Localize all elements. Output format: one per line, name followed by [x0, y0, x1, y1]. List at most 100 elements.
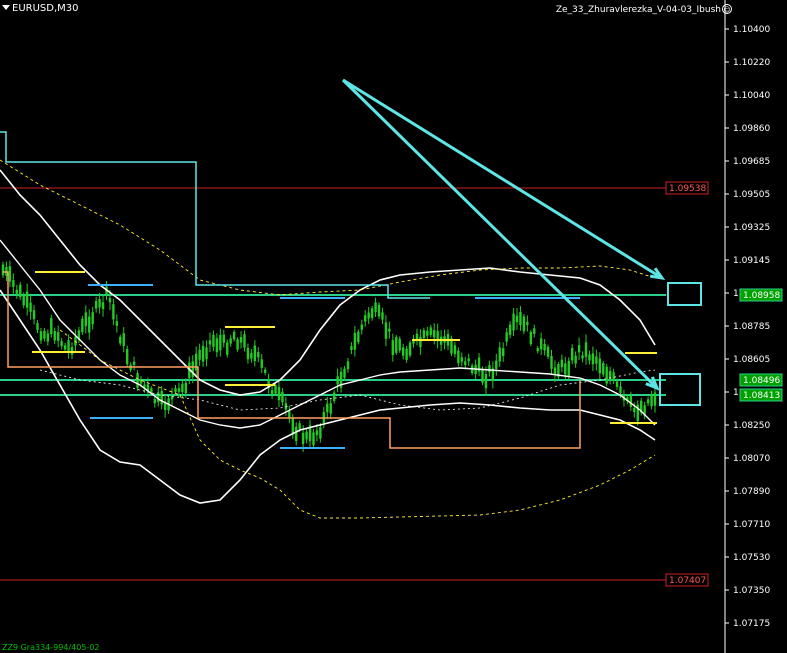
price-tick-label: 1.09505 — [733, 190, 770, 200]
upper-red-level-label: 1.09538 — [669, 184, 706, 194]
candle-body — [408, 342, 412, 356]
candle-body — [312, 432, 315, 446]
candle-body — [360, 324, 363, 330]
candle-body — [122, 333, 125, 347]
candle-body — [53, 330, 56, 341]
candle-body — [229, 338, 232, 344]
candle-body — [25, 291, 29, 308]
chart-window[interactable]: 1.10400 1.10220 1.10040 1.09860 1.09685 1.095… — [0, 0, 787, 653]
candle-body — [457, 350, 460, 364]
candle-body — [98, 298, 101, 308]
candle-body — [591, 353, 595, 365]
cyan-step-line — [0, 131, 430, 299]
price-tick-label: 1.10040 — [733, 91, 770, 101]
candle-body — [560, 359, 564, 368]
candle-body — [70, 346, 74, 355]
candle-body — [222, 334, 225, 343]
candle-body — [605, 366, 608, 384]
price-tick-label: 1.09685 — [733, 157, 770, 167]
candle-body — [505, 332, 508, 342]
price-tick-label: 1.07530 — [733, 553, 770, 563]
candle-body — [91, 312, 94, 325]
candle-body — [353, 333, 357, 350]
candle-body — [619, 386, 622, 394]
candle-body — [19, 284, 22, 298]
candle-body — [653, 392, 657, 406]
candle-body — [160, 390, 163, 405]
candle-body — [132, 361, 136, 366]
candle-body — [419, 336, 422, 348]
candle-body — [429, 327, 432, 335]
candle-body — [346, 361, 350, 370]
candle-body — [567, 360, 570, 377]
candle-body — [291, 418, 294, 435]
candle-body — [315, 430, 319, 436]
candle-body — [101, 302, 105, 309]
candle-body — [125, 348, 129, 365]
candle-body — [512, 313, 515, 331]
smiley-icon[interactable]: ☺ — [722, 4, 732, 14]
candle-body — [384, 322, 388, 339]
candle-body — [198, 349, 201, 360]
candle-body — [67, 340, 70, 353]
candle-body — [305, 431, 308, 440]
candle-body — [201, 345, 205, 362]
candle-body — [481, 368, 484, 383]
candle-body — [598, 358, 602, 374]
lower-band — [0, 289, 656, 504]
candle-body — [226, 342, 229, 355]
candle-body — [298, 423, 301, 430]
candle-body — [112, 304, 115, 320]
price-tick-label: 1.09325 — [733, 223, 770, 233]
candle-body — [529, 331, 533, 345]
candle-body — [367, 312, 370, 319]
candle-body — [332, 392, 336, 401]
candle-body — [398, 338, 401, 351]
candle-body — [56, 332, 60, 341]
candle-body — [301, 432, 305, 445]
candle-body — [377, 304, 381, 317]
candle-body — [208, 340, 212, 345]
candle-body — [502, 348, 505, 357]
candle-body — [260, 359, 263, 368]
candle-body — [370, 308, 374, 319]
price-tick-label: 1.08785 — [733, 322, 770, 332]
candle-body — [288, 411, 291, 418]
candle-body — [588, 354, 591, 361]
candle-body — [184, 382, 188, 394]
candle-body — [246, 347, 250, 360]
price-tick-label: 1.07890 — [733, 487, 770, 497]
upper-band — [0, 169, 656, 396]
candle-body — [395, 337, 398, 353]
candle-body — [274, 385, 277, 394]
symbol-dropdown-icon[interactable] — [2, 5, 10, 10]
candle-body — [88, 316, 91, 333]
candle-body — [115, 321, 119, 326]
upper-yellow-band — [0, 159, 656, 296]
candle-body — [236, 339, 239, 350]
candle-body — [153, 398, 156, 404]
candle-body — [405, 348, 408, 361]
target-box-upper — [667, 282, 702, 306]
candle-body — [495, 360, 498, 369]
price-tick-label: 1.07710 — [733, 520, 770, 530]
candle-body — [571, 347, 574, 361]
price-chart[interactable]: 1.10400 1.10220 1.10040 1.09860 1.09685 1.095… — [0, 0, 787, 653]
candle-body — [281, 391, 284, 403]
candle-body — [522, 316, 526, 332]
indicator-footer-label: ZZ9 Gra334-994/405-02 — [2, 643, 100, 652]
candle-body — [36, 323, 39, 331]
candle-body — [343, 368, 346, 378]
candle-body — [181, 383, 184, 393]
candle-body — [326, 403, 329, 413]
candle-body — [546, 346, 550, 357]
candle-body — [467, 358, 470, 362]
candle-body — [108, 297, 112, 303]
candle-body — [29, 302, 32, 312]
middle-green-level-label: 1.08496 — [743, 376, 780, 386]
candle-body — [270, 390, 274, 395]
candle-body — [374, 302, 377, 313]
price-tick-label: 1.08070 — [733, 454, 770, 464]
candle-body — [81, 318, 84, 333]
candle-body — [157, 392, 160, 402]
